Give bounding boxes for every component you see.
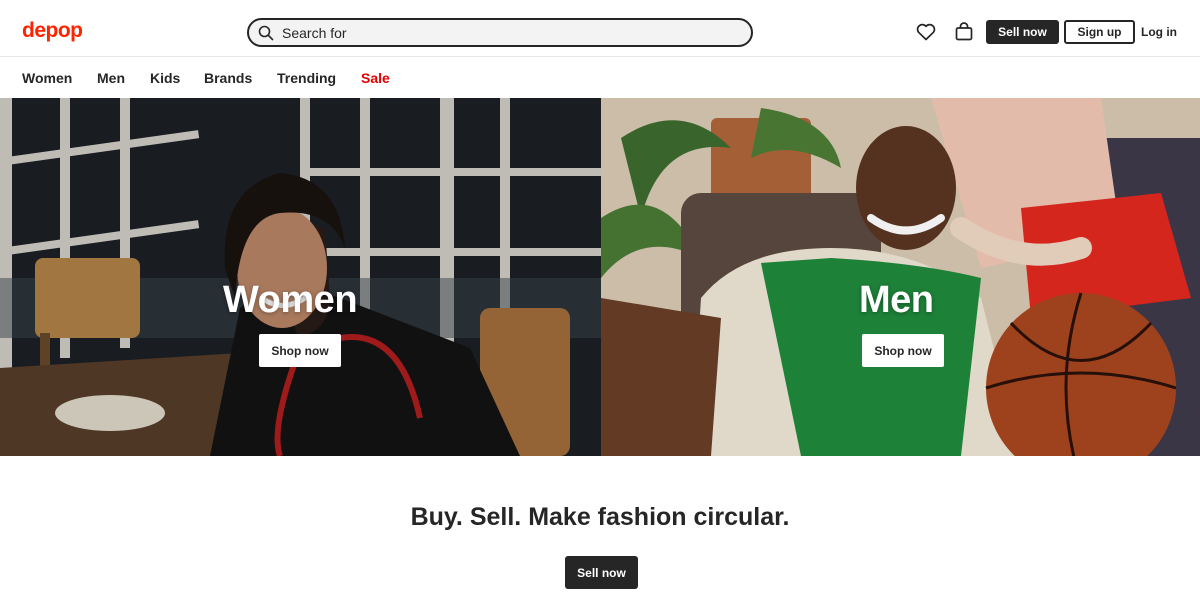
- nav-item-brands[interactable]: Brands: [204, 70, 252, 86]
- category-nav: Women Men Kids Brands Trending Sale: [0, 57, 1200, 98]
- shop-men-button[interactable]: Shop now: [862, 334, 944, 367]
- nav-item-kids[interactable]: Kids: [150, 70, 180, 86]
- women-hero-image: [0, 98, 601, 456]
- sign-up-button[interactable]: Sign up: [1064, 20, 1135, 44]
- nav-item-trending[interactable]: Trending: [277, 70, 336, 86]
- search-input[interactable]: [282, 24, 722, 41]
- nav-item-sale[interactable]: Sale: [361, 70, 390, 86]
- hero-men-title: Men: [859, 279, 934, 321]
- shop-women-button[interactable]: Shop now: [259, 334, 341, 367]
- heart-icon[interactable]: [916, 23, 936, 41]
- sell-now-button[interactable]: Sell now: [986, 20, 1059, 44]
- hero-women-title: Women: [223, 279, 358, 321]
- men-hero-image: [601, 98, 1200, 456]
- log-in-link[interactable]: Log in: [1141, 25, 1177, 39]
- hero-women-panel[interactable]: Women Shop now: [0, 98, 601, 456]
- site-header: depop Sell now Sign up Log in: [0, 0, 1200, 57]
- hero-men-panel[interactable]: Men Shop now: [601, 98, 1200, 456]
- tagline-heading: Buy. Sell. Make fashion circular.: [410, 503, 790, 531]
- nav-item-men[interactable]: Men: [97, 70, 125, 86]
- search-bar[interactable]: [247, 18, 753, 47]
- bag-icon[interactable]: [955, 22, 973, 41]
- nav-item-women[interactable]: Women: [22, 70, 72, 86]
- search-icon: [258, 25, 274, 40]
- sell-now-cta-button[interactable]: Sell now: [565, 556, 638, 589]
- depop-logo[interactable]: depop: [22, 19, 83, 43]
